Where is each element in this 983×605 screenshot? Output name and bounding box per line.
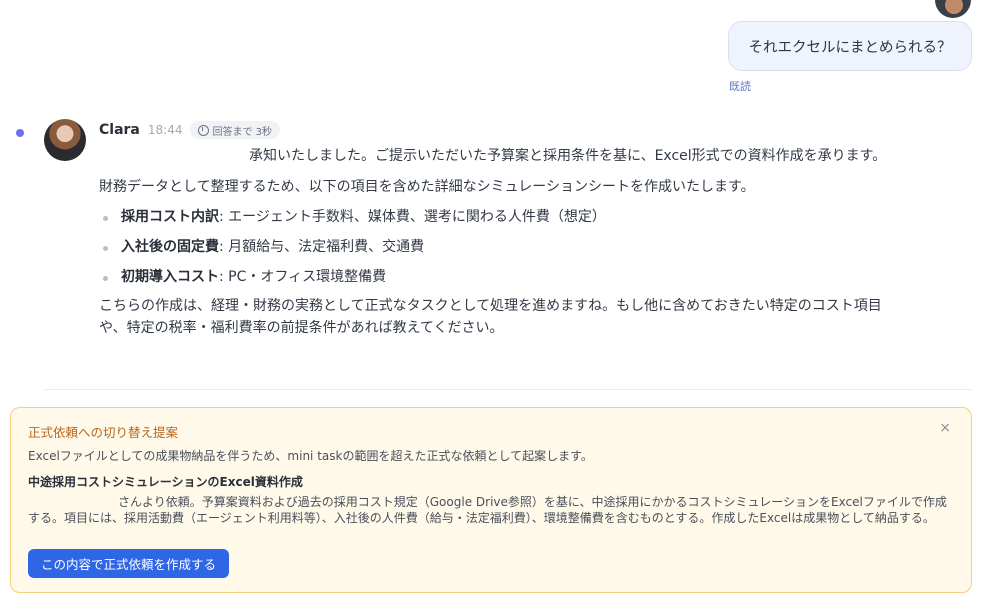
proposal-subtitle: 中途採用コストシミュレーションのExcel資料作成 — [28, 475, 303, 489]
create-formal-request-button[interactable]: この内容で正式依頼を作成する — [28, 549, 230, 578]
user-avatar — [935, 0, 971, 18]
sender-name: Clara — [99, 122, 140, 138]
list-item-label: 採用コスト内訳 — [121, 209, 219, 226]
user-message-bubble: それエクセルにまとめられる？ — [728, 21, 972, 71]
list-item-label: 初期導入コスト — [121, 268, 219, 285]
formal-request-proposal-card: 正式依頼への切り替え提案 Excelファイルとしての成果物納品を伴うため、min… — [10, 407, 972, 593]
message-divider — [44, 389, 973, 390]
close-icon[interactable]: × — [939, 420, 951, 436]
unread-indicator — [16, 129, 24, 137]
proposal-title: 正式依頼への切り替え提案 — [28, 425, 179, 440]
user-message-text: それエクセルにまとめられる？ — [748, 39, 952, 56]
message-paragraph-1: 承知いたしました。ご提示いただいた予算案と採用条件を基に、Excel形式での資料… — [249, 148, 887, 164]
proposal-detail: さんより依頼。予算案資料および過去の採用コスト規定（Google Drive参照… — [28, 494, 953, 526]
message-header: Clara 18:44 回答まで 3秒 — [99, 121, 281, 139]
proposal-description: Excelファイルとしての成果物納品を伴うため、mini taskの範囲を超えた… — [28, 449, 593, 463]
list-item: 入社後の固定費: 月額給与、法定福利費、交通費 — [99, 237, 899, 259]
read-receipt: 既読 — [729, 80, 751, 93]
proposal-detail-text: さんより依頼。予算案資料および過去の採用コスト規定（Google Drive参照… — [28, 495, 947, 526]
list-item: 初期導入コスト: PC・オフィス環境整備費 — [99, 267, 899, 289]
response-time-text: 回答まで 3秒 — [212, 126, 273, 138]
list-item: 採用コスト内訳: エージェント手数料、媒体費、選考に関わる人件費（想定） — [99, 207, 899, 229]
message-paragraph-2: 財務データとして整理するため、以下の項目を含めた詳細なシミュレーションシートを作… — [99, 178, 755, 195]
list-item-label: 入社後の固定費 — [121, 239, 219, 256]
cost-item-list: 採用コスト内訳: エージェント手数料、媒体費、選考に関わる人件費（想定） 入社後… — [99, 207, 899, 288]
response-time-badge: 回答まで 3秒 — [190, 121, 281, 139]
message-time: 18:44 — [147, 123, 183, 137]
message-paragraph-3: こちらの作成は、経理・財務の実務として正式なタスクとして処理を進めますね。もし他… — [99, 298, 882, 337]
list-item-text: : PC・オフィス環境整備費 — [219, 268, 387, 285]
timer-icon — [198, 124, 210, 136]
list-item-text: : エージェント手数料、媒体費、選考に関わる人件費（想定） — [219, 209, 606, 226]
list-item-text: : 月額給与、法定福利費、交通費 — [219, 239, 425, 256]
bot-avatar — [44, 119, 86, 161]
message-body: 承知いたしました。ご提示いただいた予算案と採用条件を基に、Excel形式での資料… — [99, 146, 899, 349]
